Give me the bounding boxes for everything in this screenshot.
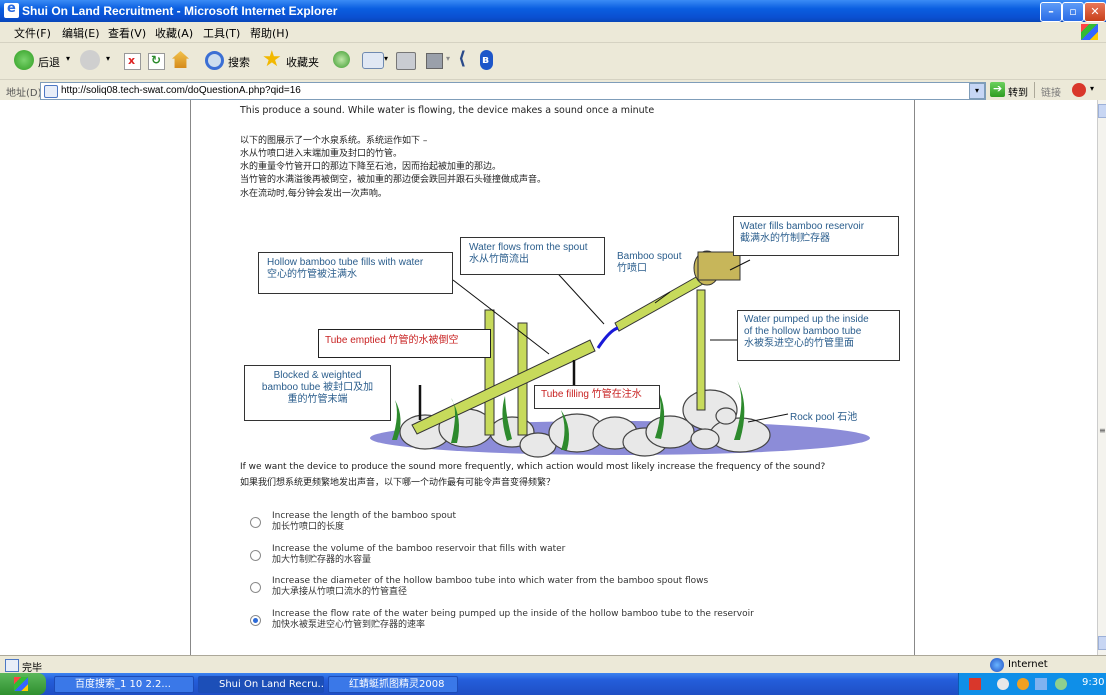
option-radio-selected[interactable]	[250, 615, 261, 626]
menu-edit[interactable]: 编辑(E)	[62, 25, 100, 41]
menu-favorites[interactable]: 收藏(A)	[155, 25, 193, 41]
page-icon	[44, 85, 58, 98]
toolbar: 后退 ▾ ▾ x ↻ 搜索 ★ 收藏夹 ▾ ▾ ⟨ ʙ	[0, 43, 1106, 80]
favorites-button[interactable]: 收藏夹	[286, 54, 319, 70]
label-blocked-tube: Blocked & weighted bamboo tube 被封口及加 重的竹管末…	[244, 365, 391, 421]
label-rock-pool: Rock pool 石池	[790, 412, 858, 423]
label-water-flows: Water flows from the spout 水从竹筒流出	[460, 237, 605, 275]
option-3[interactable]: Increase the diameter of the hollow bamb…	[272, 576, 708, 598]
address-url: http://soliq08.tech-swat.com/doQuestionA…	[61, 85, 301, 96]
intro-english: This produce a sound. While water is flo…	[240, 105, 655, 116]
tray-icon[interactable]	[1055, 678, 1067, 690]
status-text: 完毕	[22, 663, 42, 674]
maximize-button[interactable]: ▫	[1062, 2, 1084, 22]
menu-tools[interactable]: 工具(T)	[203, 25, 240, 41]
go-button[interactable]: 转到	[1008, 84, 1028, 99]
zone-text: Internet	[1008, 659, 1048, 670]
left-border	[190, 100, 191, 655]
address-input[interactable]: http://soliq08.tech-swat.com/doQuestionA…	[40, 82, 986, 100]
intro-line: 以下的图展示了一个水泉系统。系统运作如下 –	[240, 136, 428, 146]
page-done-icon	[5, 659, 19, 672]
title-bar: Shui On Land Recruitment - Microsoft Int…	[0, 0, 1106, 22]
internet-globe-icon	[990, 658, 1004, 672]
label-reservoir: Water fills bamboo reservoir 截满水的竹制贮存器	[733, 216, 899, 256]
right-border	[914, 100, 915, 655]
scroll-down-button[interactable]	[1098, 636, 1106, 650]
scroll-up-button[interactable]	[1098, 104, 1106, 118]
forward-dropdown-icon[interactable]: ▾	[106, 54, 110, 63]
intro-line: 当竹管的水满溢後再被倒空，被加重的那边便会跌回并跟石头碰撞做成声音。	[240, 175, 547, 185]
label-tube-filling: Tube filling 竹管在注水	[534, 385, 660, 409]
windows-flag-icon	[14, 677, 28, 691]
scroll-thumb[interactable]: ≡	[1099, 426, 1106, 435]
print-icon[interactable]	[396, 52, 416, 70]
label-tube-emptied: Tube emptied 竹管的水被倒空	[318, 329, 491, 358]
question-english: If we want the device to produce the sou…	[240, 462, 826, 472]
menu-file[interactable]: 文件(F)	[14, 25, 51, 41]
intro-line: 水从竹喷口进入末端加重及封口的竹管。	[240, 149, 403, 159]
messenger-icon[interactable]: ⟨	[458, 48, 466, 69]
home-icon[interactable]	[172, 51, 189, 68]
label-pumped: Water pumped up the inside of the hollow …	[737, 310, 900, 361]
intro-line: 水在流动时,每分钟会发出一次声响。	[240, 189, 387, 199]
windows-logo-icon	[1081, 24, 1098, 40]
taskbar-button[interactable]: 红蜻蜓抓图精灵2008	[328, 676, 458, 693]
tray-icon[interactable]	[1017, 678, 1029, 690]
favorites-star-icon[interactable]: ★	[262, 47, 282, 72]
clock: 9:30	[1082, 677, 1105, 688]
mail-icon[interactable]	[362, 52, 384, 69]
menu-bar: 文件(F) 编辑(E) 查看(V) 收藏(A) 工具(T) 帮助(H)	[0, 22, 1106, 43]
back-arrow-icon[interactable]	[14, 50, 34, 70]
translate-icon[interactable]	[1072, 83, 1086, 97]
bamboo-spout	[614, 271, 711, 332]
stop-icon[interactable]: x	[124, 53, 141, 70]
leader-line	[747, 413, 789, 423]
label-bamboo-spout: Bamboo spout 竹喷口	[617, 251, 682, 274]
tray-icon[interactable]	[1035, 678, 1047, 690]
vertical-scrollbar[interactable]: ≡	[1097, 100, 1106, 655]
option-2[interactable]: Increase the volume of the bamboo reserv…	[272, 544, 565, 566]
mail-dropdown-icon[interactable]: ▾	[384, 54, 388, 63]
edit-icon[interactable]	[426, 53, 443, 69]
window-title: Shui On Land Recruitment - Microsoft Int…	[22, 4, 338, 18]
option-radio[interactable]	[250, 582, 261, 593]
menu-help[interactable]: 帮助(H)	[250, 25, 289, 41]
search-button[interactable]: 搜索	[228, 54, 250, 70]
go-arrow-icon[interactable]: ➔	[990, 82, 1005, 97]
forward-arrow-icon[interactable]	[80, 50, 100, 70]
label-hollow-tube: Hollow bamboo tube fills with water 空心的竹管…	[258, 252, 453, 294]
option-4[interactable]: Increase the flow rate of the water bein…	[272, 609, 754, 631]
refresh-icon[interactable]: ↻	[148, 53, 165, 70]
search-icon[interactable]	[205, 51, 224, 70]
edit-dropdown-icon[interactable]: ▾	[446, 54, 450, 63]
history-icon[interactable]	[333, 51, 350, 68]
start-button[interactable]	[0, 673, 46, 695]
system-tray: 9:30	[958, 673, 1106, 695]
links-button[interactable]: 链接	[1041, 84, 1061, 99]
intro-line: 水的重量令竹管开口的那边下降至石池，因而抬起被加重的那边。	[240, 162, 502, 172]
bluetooth-icon[interactable]: ʙ	[480, 50, 493, 70]
status-bar: 完毕 Internet	[0, 655, 1106, 674]
question-chinese: 如果我们想系统更频繁地发出声音，以下哪一个动作最有可能令声音变得频繁？	[240, 478, 556, 488]
water-stream	[596, 326, 619, 349]
ie-icon	[4, 1, 19, 18]
option-1[interactable]: Increase the length of the bamboo spout 加…	[272, 511, 456, 533]
taskbar-button[interactable]: 百度搜索_1 10 2.2...	[54, 676, 194, 693]
tray-icon[interactable]	[997, 678, 1009, 690]
taskbar-button-active[interactable]: Shui On Land Recru...	[198, 676, 324, 693]
minimize-button[interactable]: –	[1040, 2, 1062, 22]
back-dropdown-icon[interactable]: ▾	[66, 54, 70, 63]
separator	[1034, 82, 1035, 98]
extra-dropdown-icon[interactable]: ▾	[1090, 84, 1094, 93]
address-dropdown-icon[interactable]: ▾	[969, 83, 985, 99]
back-button[interactable]: 后退	[38, 54, 60, 70]
bamboo-posts	[484, 289, 706, 436]
address-label: 地址(D)	[6, 88, 42, 99]
menu-view[interactable]: 查看(V)	[108, 25, 146, 41]
option-radio[interactable]	[250, 550, 261, 561]
option-radio[interactable]	[250, 517, 261, 528]
close-button[interactable]: ✕	[1084, 2, 1106, 22]
bamboo-reservoir-body	[697, 251, 741, 281]
tray-icon[interactable]	[969, 678, 981, 690]
